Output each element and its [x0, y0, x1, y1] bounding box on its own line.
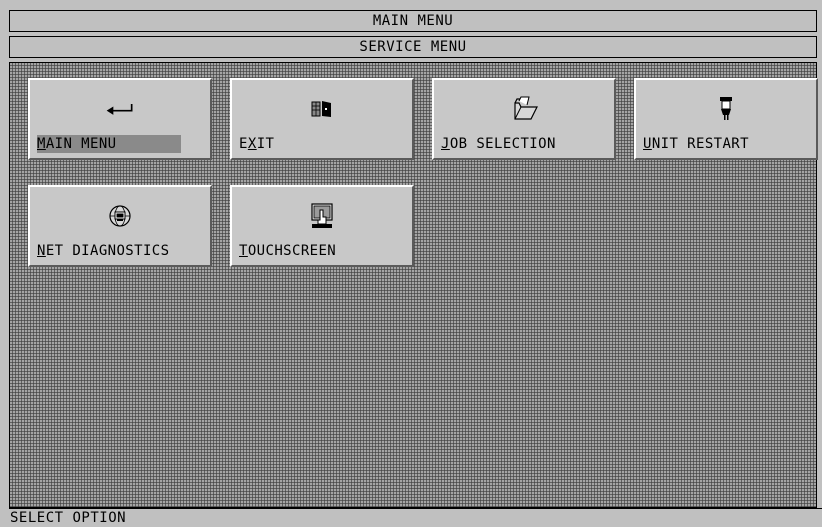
- return-arrow-icon: [105, 94, 135, 124]
- unit-restart-label: UNIT RESTART: [643, 135, 753, 153]
- net-diagnostics-label: NET DIAGNOSTICS: [37, 242, 173, 260]
- exit-label-pre: E: [239, 136, 248, 152]
- status-bar: SELECT OPTION: [9, 508, 822, 527]
- job-selection-label-rest: OB SELECTION: [449, 136, 556, 152]
- touchscreen-button[interactable]: TOUCHSCREEN: [230, 185, 414, 267]
- net-diagnostics-button[interactable]: NET DIAGNOSTICS: [28, 185, 212, 267]
- menu-workspace: MAIN MENU EXIT JOB SELECTION UNIT RESTAR…: [9, 62, 818, 508]
- exit-label: EXIT: [239, 135, 278, 153]
- touchscreen-label-rest: OUCHSCREEN: [247, 243, 337, 259]
- job-selection-hotkey: J: [441, 136, 450, 152]
- main-menu-hotkey: M: [37, 136, 46, 152]
- net-diagnostics-label-rest: ET DIAGNOSTICS: [45, 243, 170, 259]
- net-diagnostics-hotkey: N: [37, 243, 46, 259]
- exit-hotkey: X: [247, 136, 257, 152]
- screen: MAIN MENU SERVICE MENU MAIN MENU EXIT JO…: [0, 0, 822, 527]
- job-selection-button[interactable]: JOB SELECTION: [432, 78, 616, 160]
- window-title: MAIN MENU: [9, 10, 817, 32]
- exit-label-rest: IT: [256, 136, 275, 152]
- menu-subtitle: SERVICE MENU: [9, 36, 817, 58]
- exit-button[interactable]: EXIT: [230, 78, 414, 160]
- folder-icon: [509, 94, 539, 124]
- exit-door-icon: [307, 94, 337, 124]
- touchscreen-hotkey: T: [239, 243, 248, 259]
- touch-hand-icon: [307, 201, 337, 231]
- unit-restart-button[interactable]: UNIT RESTART: [634, 78, 818, 160]
- touchscreen-label: TOUCHSCREEN: [239, 242, 340, 260]
- unit-restart-label-rest: NIT RESTART: [651, 136, 749, 152]
- job-selection-label: JOB SELECTION: [441, 135, 560, 153]
- main-menu-label-rest: AIN MENU: [45, 136, 117, 152]
- network-globe-icon: [105, 201, 135, 231]
- unit-restart-hotkey: U: [643, 136, 652, 152]
- main-menu-label: MAIN MENU: [37, 135, 181, 153]
- power-plug-icon: [711, 94, 741, 124]
- main-menu-button[interactable]: MAIN MENU: [28, 78, 212, 160]
